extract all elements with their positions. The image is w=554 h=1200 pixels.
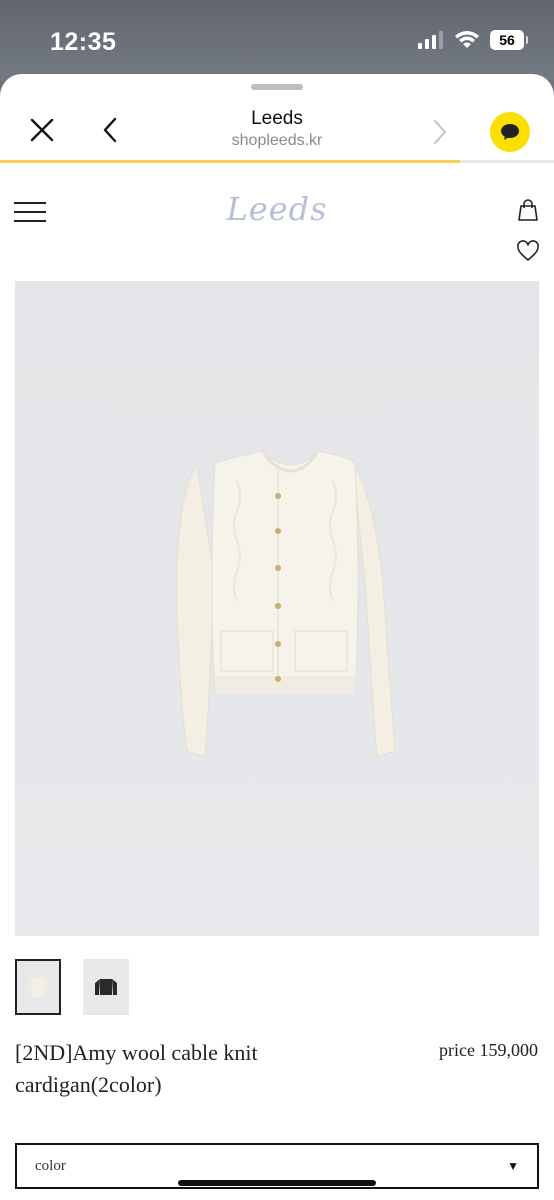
dropdown-caret-icon: ▼ bbox=[507, 1159, 519, 1173]
black-cardigan-thumbnail bbox=[95, 979, 117, 995]
thumbnail-black[interactable] bbox=[83, 959, 129, 1015]
page-url[interactable]: shopleeds.kr bbox=[0, 132, 554, 150]
load-progress-fill bbox=[0, 160, 460, 163]
thumbnail-row bbox=[15, 959, 129, 1015]
browser-toolbar: Leeds shopleeds.kr bbox=[0, 94, 554, 160]
page-title: Leeds bbox=[251, 108, 303, 129]
site-logo[interactable]: Leeds bbox=[0, 190, 554, 228]
product-image[interactable] bbox=[15, 281, 539, 936]
load-progress-bar bbox=[0, 160, 554, 163]
heart-icon[interactable] bbox=[516, 240, 540, 262]
system-icons: 56 bbox=[418, 30, 528, 50]
product-name: [2ND]Amy wool cable knit cardigan(2color… bbox=[15, 1040, 258, 1097]
chat-bubble-icon bbox=[501, 124, 519, 140]
color-select-label: color bbox=[35, 1157, 66, 1174]
cardigan-image bbox=[176, 450, 396, 758]
product-price: price 159,000 bbox=[439, 1040, 538, 1060]
cellular-signal-icon bbox=[418, 31, 443, 49]
battery-icon: 56 bbox=[490, 30, 528, 50]
sheet-grabber[interactable] bbox=[251, 84, 303, 90]
thumbnail-ivory[interactable] bbox=[15, 959, 61, 1015]
browser-sheet: Leeds shopleeds.kr Leeds [2ND]Amy wool c… bbox=[0, 74, 554, 1200]
status-time: 12:35 bbox=[50, 28, 117, 56]
chat-button[interactable] bbox=[490, 112, 530, 152]
home-indicator bbox=[178, 1180, 376, 1186]
status-bar: 12:35 56 bbox=[0, 0, 554, 80]
shopping-bag-icon[interactable] bbox=[516, 198, 540, 222]
ivory-cardigan-thumbnail bbox=[28, 977, 48, 997]
forward-arrow-icon[interactable] bbox=[430, 118, 450, 146]
wifi-icon bbox=[455, 31, 479, 48]
